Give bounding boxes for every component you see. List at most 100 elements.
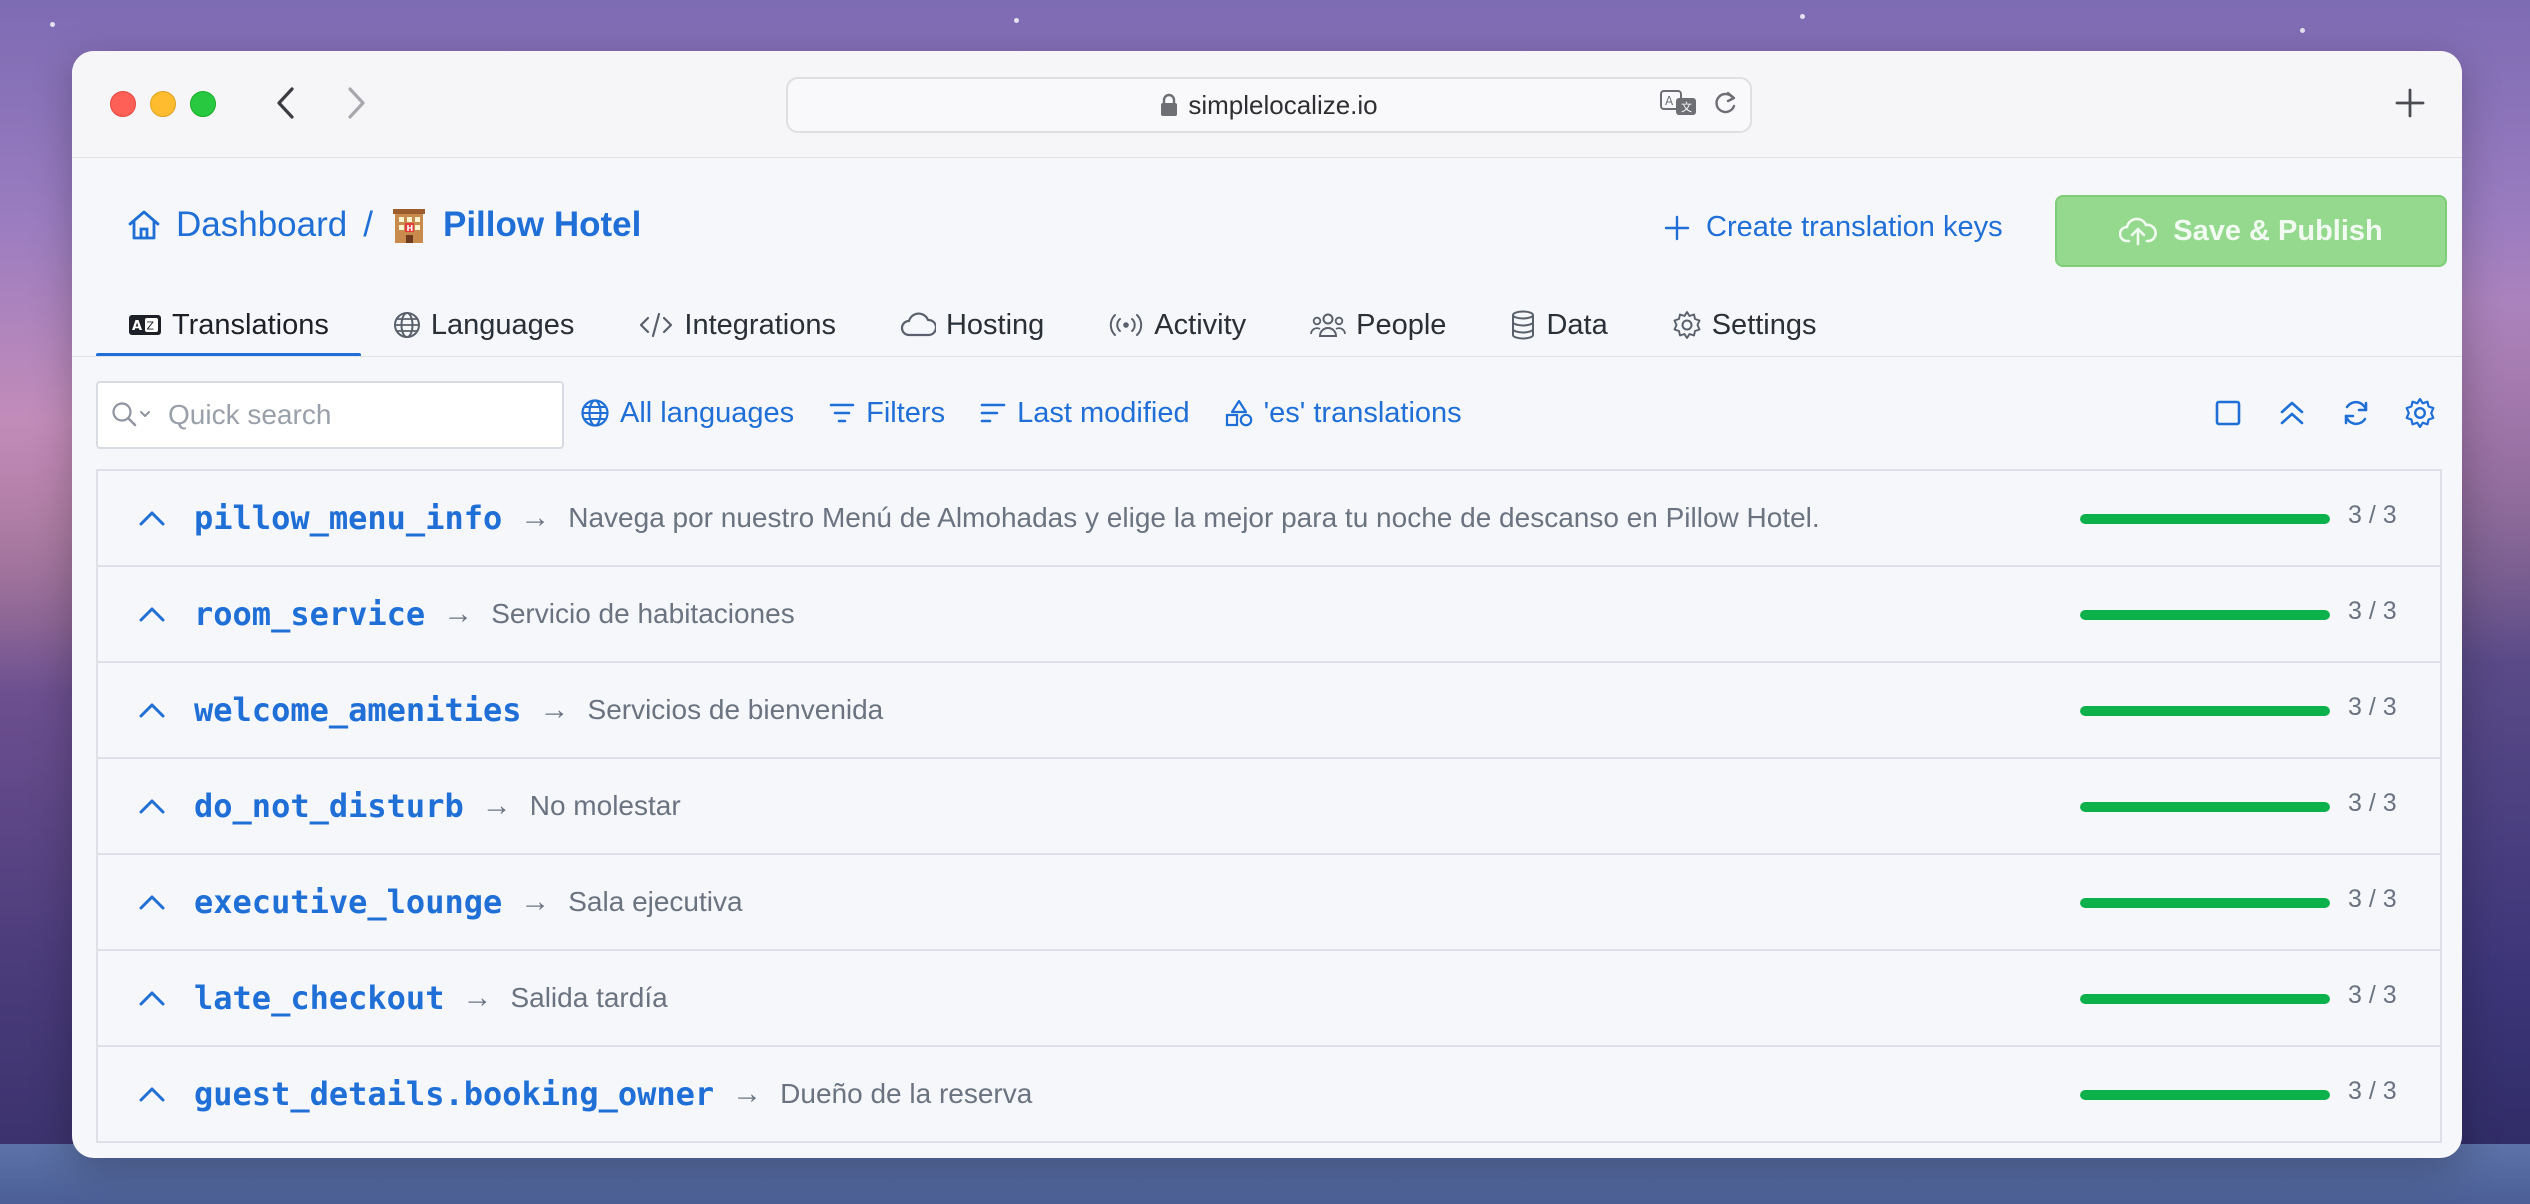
refresh-icon[interactable] (2338, 395, 2374, 431)
table-row[interactable]: welcome_amenities → Servicios de bienven… (98, 663, 2440, 759)
all-languages-button[interactable]: All languages (580, 397, 794, 430)
tab-settings[interactable]: Settings (1640, 295, 1849, 355)
app-header: Dashboard / H Pillow Hotel Create transl… (72, 157, 2462, 357)
sort-button[interactable]: Last modified (979, 397, 1190, 430)
gear-icon (1673, 311, 1701, 339)
translation-count: 3 / 3 (2348, 597, 2397, 625)
table-row[interactable]: room_service → Servicio de habitaciones … (98, 567, 2440, 663)
tab-integrations[interactable]: Integrations (606, 295, 868, 355)
save-publish-button[interactable]: Save & Publish (2055, 195, 2447, 267)
translation-key[interactable]: welcome_amenities (194, 691, 522, 729)
table-row[interactable]: do_not_disturb → No molestar 3 / 3 (98, 759, 2440, 855)
translation-value[interactable]: Navega por nuestro Menú de Almohadas y e… (568, 502, 1819, 534)
sort-icon (980, 403, 1006, 423)
chevron-up-icon[interactable] (134, 1076, 170, 1112)
translations-toolbar: All languages Filters Last modified 'es'… (96, 381, 2438, 449)
all-languages-label: All languages (620, 396, 795, 429)
filter-bar: All languages Filters Last modified 'es'… (580, 381, 1462, 445)
view-mode-button[interactable]: 'es' translations (1224, 397, 1462, 430)
minimize-window-button[interactable] (150, 91, 176, 117)
breadcrumb-dashboard-link[interactable]: Dashboard (176, 205, 347, 245)
chevron-up-icon[interactable] (134, 788, 170, 824)
database-icon (1512, 310, 1535, 340)
tab-people[interactable]: People (1278, 295, 1478, 355)
progress-fill (2080, 610, 2330, 620)
progress-bar (2080, 706, 2330, 716)
translation-value[interactable]: Servicio de habitaciones (491, 598, 795, 630)
zoom-window-button[interactable] (190, 91, 216, 117)
collapse-all-icon[interactable] (2274, 395, 2310, 431)
search-input[interactable] (166, 398, 520, 432)
table-row[interactable]: executive_lounge → Sala ejecutiva 3 / 3 (98, 855, 2440, 951)
translation-key[interactable]: room_service (194, 595, 425, 633)
translation-key[interactable]: do_not_disturb (194, 787, 464, 825)
row-content: pillow_menu_info → Navega por nuestro Me… (194, 499, 1820, 537)
create-translation-keys-button[interactable]: Create translation keys (1664, 211, 2003, 244)
translation-key[interactable]: executive_lounge (194, 883, 502, 921)
reload-icon[interactable] (1712, 89, 1738, 122)
table-row[interactable]: late_checkout → Salida tardía 3 / 3 (98, 951, 2440, 1047)
arrow-right-icon: → (481, 789, 512, 822)
row-content: room_service → Servicio de habitaciones (194, 595, 795, 633)
header-divider (72, 356, 2462, 357)
new-tab-button[interactable] (2386, 79, 2434, 127)
browser-titlebar: simplelocalize.io A文 (72, 51, 2462, 158)
tab-activity[interactable]: Activity (1076, 295, 1278, 355)
close-window-button[interactable] (110, 91, 136, 117)
breadcrumb-separator: / (363, 205, 373, 244)
select-all-checkbox-icon[interactable] (2210, 395, 2246, 431)
translation-value[interactable]: No molestar (530, 790, 681, 822)
tab-languages[interactable]: Languages (361, 295, 607, 355)
translation-count: 3 / 3 (2348, 981, 2397, 1009)
chevron-up-icon[interactable] (134, 596, 170, 632)
translation-value[interactable]: Salida tardía (510, 982, 667, 1014)
chevron-up-icon[interactable] (134, 980, 170, 1016)
translation-key[interactable]: late_checkout (194, 979, 444, 1017)
save-publish-label: Save & Publish (2173, 214, 2383, 247)
translation-count: 3 / 3 (2348, 885, 2397, 913)
progress-fill (2080, 1090, 2330, 1100)
progress-bar (2080, 802, 2330, 812)
plus-icon (1664, 215, 1690, 240)
tab-activity-label: Activity (1154, 308, 1247, 341)
tab-integrations-label: Integrations (684, 308, 836, 341)
settings-gear-icon[interactable] (2402, 395, 2438, 431)
translation-list: pillow_menu_info → Navega por nuestro Me… (96, 469, 2442, 1143)
filters-button[interactable]: Filters (828, 397, 945, 430)
star (1800, 14, 1805, 19)
tab-data[interactable]: Data (1478, 295, 1639, 355)
translation-value[interactable]: Servicios de bienvenida (588, 694, 884, 726)
lock-icon (1161, 93, 1178, 116)
cloud-upload-icon (2119, 217, 2158, 246)
translation-key[interactable]: pillow_menu_info (194, 499, 502, 537)
arrow-right-icon: → (520, 501, 551, 534)
tab-hosting[interactable]: Hosting (868, 295, 1076, 355)
sort-label: Last modified (1017, 396, 1190, 429)
table-row[interactable]: guest_details.booking_owner → Dueño de l… (98, 1047, 2440, 1143)
chevron-up-icon[interactable] (134, 884, 170, 920)
forward-button[interactable] (334, 81, 378, 125)
filter-icon (829, 403, 855, 423)
back-button[interactable] (264, 81, 308, 125)
shapes-icon (1225, 399, 1252, 427)
quick-search[interactable] (96, 381, 564, 449)
tab-translations[interactable]: AZ Translations (96, 295, 361, 357)
address-bar[interactable]: simplelocalize.io A文 (786, 77, 1752, 133)
table-row[interactable]: pillow_menu_info → Navega por nuestro Me… (98, 471, 2440, 567)
progress-fill (2080, 994, 2330, 1004)
home-icon[interactable] (126, 207, 162, 243)
svg-text:A: A (132, 319, 142, 334)
tab-data-label: Data (1546, 308, 1608, 341)
svg-text:A: A (1665, 94, 1674, 108)
progress-bar (2080, 994, 2330, 1004)
translation-value[interactable]: Sala ejecutiva (568, 886, 742, 918)
translation-value[interactable]: Dueño de la reserva (780, 1078, 1032, 1110)
translate-page-icon[interactable]: A文 (1660, 89, 1698, 122)
chevron-up-icon[interactable] (134, 692, 170, 728)
browser-window: simplelocalize.io A文 Dashboard / H Pillo… (72, 51, 2462, 1158)
project-name[interactable]: Pillow Hotel (443, 205, 641, 245)
translation-key[interactable]: guest_details.booking_owner (194, 1075, 714, 1113)
svg-text:H: H (406, 224, 413, 233)
row-content: do_not_disturb → No molestar (194, 787, 681, 825)
chevron-up-icon[interactable] (134, 500, 170, 536)
